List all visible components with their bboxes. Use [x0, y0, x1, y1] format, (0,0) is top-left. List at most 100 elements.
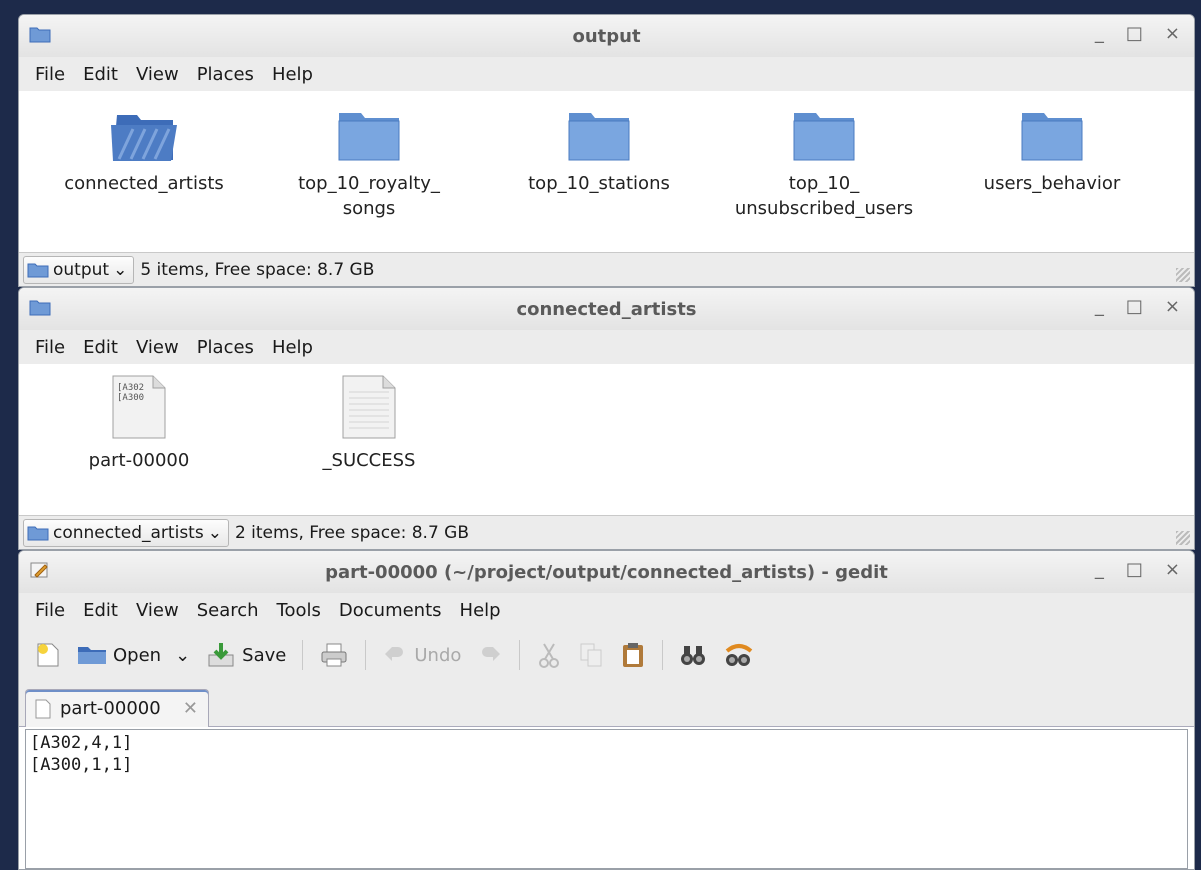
save-button[interactable]: Save: [206, 641, 286, 669]
menu-documents[interactable]: Documents: [339, 598, 442, 623]
chevron-down-icon: ⌄: [113, 259, 128, 280]
folder-top-10-royalty-songs[interactable]: top_10_royalty_ songs: [284, 109, 454, 221]
new-document-button[interactable]: [35, 641, 61, 669]
save-icon: [208, 643, 234, 667]
icon-view: connected_artists top_10_royalty_ songs …: [19, 91, 1194, 254]
scissors-icon: [539, 643, 560, 668]
item-label: users_behavior: [983, 173, 1121, 194]
menu-edit[interactable]: Edit: [83, 598, 118, 623]
window-title: part-00000 (~/project/output/connected_a…: [325, 561, 888, 583]
cut-button[interactable]: [536, 641, 562, 669]
text-file-icon: [35, 699, 51, 718]
item-label: unsubscribed_users: [734, 198, 914, 219]
titlebar[interactable]: output _ □ ×: [19, 15, 1194, 57]
text-editor[interactable]: [A302,4,1] [A300,1,1]: [25, 729, 1188, 869]
menu-file[interactable]: File: [35, 598, 65, 623]
toolbar-separator: [662, 640, 664, 670]
maximize-button[interactable]: □: [1126, 559, 1143, 580]
status-text: 5 items, Free space: 8.7 GB: [140, 259, 375, 280]
location-label: output: [53, 259, 110, 280]
toolbar-separator: [365, 640, 367, 670]
undo-icon: [385, 647, 404, 661]
folder-icon: [793, 113, 855, 161]
print-button[interactable]: [319, 641, 349, 669]
resize-grip[interactable]: [1176, 531, 1190, 545]
minimize-button[interactable]: _: [1095, 296, 1104, 317]
item-label: top_10_: [788, 173, 860, 194]
text-editor-icon: [30, 562, 48, 578]
menu-file[interactable]: File: [35, 62, 65, 87]
open-label: Open: [113, 644, 162, 666]
minimize-button[interactable]: _: [1095, 559, 1104, 580]
open-button[interactable]: Open ⌄: [77, 644, 190, 666]
find-replace-button[interactable]: [723, 641, 755, 669]
titlebar[interactable]: part-00000 (~/project/output/connected_a…: [19, 551, 1194, 593]
copy-button[interactable]: [578, 641, 604, 669]
connected-artists-window: connected_artists _ □ × File Edit View P…: [18, 287, 1195, 550]
find-button[interactable]: [679, 642, 707, 668]
folder-top-10-stations[interactable]: top_10_stations: [514, 109, 684, 196]
close-icon[interactable]: ✕: [183, 698, 198, 719]
new-document-icon: [37, 643, 59, 667]
menu-edit[interactable]: Edit: [83, 335, 118, 360]
menu-view[interactable]: View: [136, 598, 179, 623]
location-dropdown[interactable]: connected_artists ⌄: [23, 518, 229, 547]
menu-places[interactable]: Places: [197, 62, 254, 87]
paste-button[interactable]: [620, 641, 646, 669]
file-success[interactable]: _SUCCESS: [304, 374, 434, 473]
menu-help[interactable]: Help: [272, 62, 313, 87]
binoculars-icon: [681, 646, 706, 665]
menu-view[interactable]: View: [136, 335, 179, 360]
menubar: File Edit View Search Tools Documents He…: [19, 593, 1194, 627]
tab-part-00000[interactable]: part-00000 ✕: [25, 689, 209, 727]
location-dropdown[interactable]: output ⌄: [23, 255, 135, 284]
close-button[interactable]: ×: [1165, 559, 1180, 580]
maximize-button[interactable]: □: [1126, 23, 1143, 44]
menu-search[interactable]: Search: [197, 598, 259, 623]
preview-line: [A302: [117, 383, 144, 393]
minimize-button[interactable]: _: [1095, 23, 1104, 44]
menu-help[interactable]: Help: [460, 598, 501, 623]
menu-edit[interactable]: Edit: [83, 62, 118, 87]
item-label: connected_artists: [64, 173, 224, 194]
menu-places[interactable]: Places: [197, 335, 254, 360]
redo-icon: [482, 647, 501, 661]
output-window: output _ □ × File Edit View Places Help …: [18, 14, 1195, 287]
menu-view[interactable]: View: [136, 62, 179, 87]
toolbar-separator: [519, 640, 521, 670]
status-text: 2 items, Free space: 8.7 GB: [234, 522, 470, 543]
tab-label: part-00000: [60, 698, 161, 719]
resize-grip[interactable]: [1176, 268, 1190, 282]
folder-icon: [568, 113, 630, 161]
tab-strip: part-00000 ✕: [19, 683, 1194, 727]
maximize-button[interactable]: □: [1126, 296, 1143, 317]
window-title: output: [572, 25, 641, 47]
menubar: File Edit View Places Help: [19, 330, 1194, 364]
redo-button[interactable]: [477, 643, 503, 667]
paste-icon: [623, 643, 644, 667]
titlebar[interactable]: connected_artists _ □ ×: [19, 288, 1194, 330]
menu-file[interactable]: File: [35, 335, 65, 360]
folder-connected-artists[interactable]: connected_artists: [59, 109, 229, 196]
item-label: _SUCCESS: [322, 450, 416, 471]
folder-icon: [27, 526, 49, 540]
menu-help[interactable]: Help: [272, 335, 313, 360]
folder-icon: [1021, 113, 1083, 161]
gedit-window: part-00000 (~/project/output/connected_a…: [18, 550, 1195, 870]
find-replace-icon: [726, 644, 753, 666]
chevron-down-icon[interactable]: ⌄: [175, 645, 190, 666]
folder-selected-icon: [111, 115, 177, 161]
folder-top-10-unsubscribed-users[interactable]: top_10_ unsubscribed_users: [724, 109, 924, 221]
file-part-00000[interactable]: [A302 [A300 part-00000: [74, 374, 204, 473]
close-button[interactable]: ×: [1165, 296, 1180, 317]
toolbar: Open ⌄ Save Undo: [19, 627, 1194, 683]
folder-open-icon: [78, 647, 106, 664]
statusbar: connected_artists ⌄ 2 items, Free space:…: [19, 515, 1194, 549]
menu-tools[interactable]: Tools: [277, 598, 321, 623]
close-button[interactable]: ×: [1165, 23, 1180, 44]
folder-users-behavior[interactable]: users_behavior: [967, 109, 1137, 196]
location-label: connected_artists: [53, 522, 204, 543]
undo-label: Undo: [414, 644, 462, 666]
save-label: Save: [242, 644, 287, 666]
undo-button[interactable]: Undo: [382, 643, 461, 667]
